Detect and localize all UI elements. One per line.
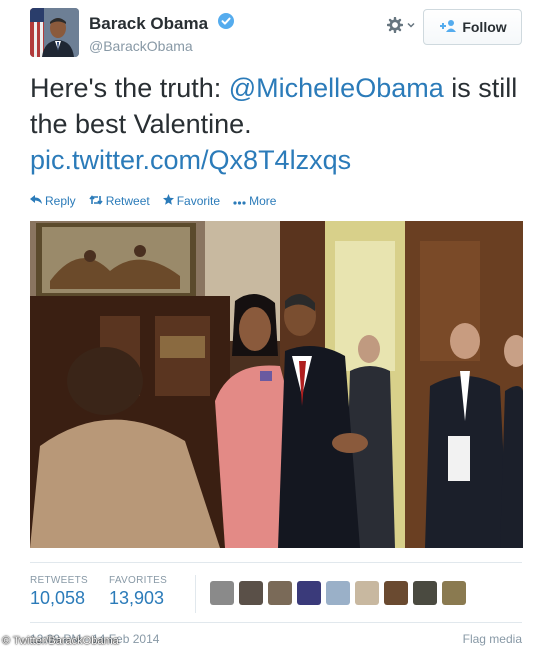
favoriter-avatar[interactable] [326,581,350,605]
mention-link[interactable]: @MichelleObama [229,73,444,103]
avatar[interactable] [30,8,79,57]
tweet-header: Barack Obama @BarackObama Follow [30,8,522,60]
favorites-count: 13,903 [108,588,165,608]
handle[interactable]: @BarackObama [89,38,234,54]
favoriter-avatar[interactable] [413,581,437,605]
favoriter-avatars [210,581,466,605]
tweet-text-start: Here's the truth: [30,73,229,103]
favoriter-avatar[interactable] [355,581,379,605]
photo-credit-watermark: © Twitter/BarackObama [2,635,119,647]
verified-badge-icon [217,13,234,34]
tweet-text: Here's the truth: @MichelleObama is stil… [30,70,530,178]
reply-action[interactable]: Reply [30,194,76,208]
favorites-label: FAVORITES [108,575,168,586]
retweets-count: 10,058 [30,588,86,608]
add-user-icon [438,19,457,35]
author-info: Barack Obama @BarackObama [89,13,234,54]
tweet-photo[interactable] [30,221,523,548]
divider [30,622,522,623]
favorites-stat[interactable]: FAVORITES 13,903 [109,575,167,609]
star-icon [162,194,174,208]
retweet-icon [89,194,103,208]
favoriter-avatar[interactable] [442,581,466,605]
favoriter-avatar[interactable] [239,581,263,605]
gear-icon [386,16,407,33]
reply-icon [30,194,42,208]
tweet-actions: Reply Retweet Favorite More [30,194,276,208]
retweets-stat[interactable]: RETWEETS 10,058 [30,575,88,609]
favoriter-avatar[interactable] [210,581,234,605]
reply-label: Reply [45,194,76,208]
pic-link[interactable]: pic.twitter.com/Qx8T4lzxqs [30,145,351,175]
display-name[interactable]: Barack Obama [89,14,208,34]
favoriter-avatar[interactable] [268,581,292,605]
divider [30,562,522,563]
ellipsis-icon [233,194,246,208]
settings-dropdown[interactable] [386,16,417,38]
favorite-label: Favorite [176,194,221,208]
retweets-label: RETWEETS [30,575,88,586]
flag-media-link[interactable]: Flag media [463,632,522,646]
stats-separator [195,575,196,613]
chevron-down-icon [407,16,415,33]
follow-label: Follow [462,19,507,35]
retweet-action[interactable]: Retweet [89,194,150,208]
favoriter-avatar[interactable] [297,581,321,605]
retweet-label: Retweet [105,194,150,208]
tweet-stats: RETWEETS 10,058 FAVORITES 13,903 [30,575,196,613]
favorite-action[interactable]: Favorite [162,194,221,208]
follow-button[interactable]: Follow [423,9,522,45]
more-action[interactable]: More [233,194,276,208]
more-label: More [249,194,277,208]
favoriter-avatar[interactable] [384,581,408,605]
